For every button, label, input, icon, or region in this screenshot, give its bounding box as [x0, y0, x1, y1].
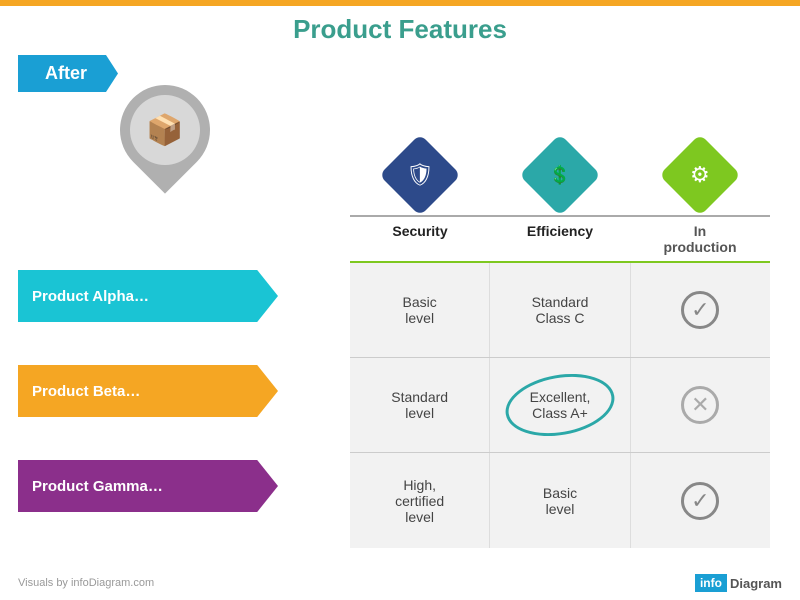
- footer: Visuals by infoDiagram.com info Diagram: [0, 574, 800, 592]
- gamma-production-cell: ✓: [631, 453, 770, 548]
- top-bar: [0, 0, 800, 6]
- security-diamond: 🛡: [379, 134, 461, 216]
- efficiency-icon-cell: 💲: [490, 135, 630, 215]
- production-diamond: ⚙: [659, 134, 741, 216]
- footer-visuals: Visuals by infoDiagram.com: [18, 577, 154, 589]
- data-row-alpha: Basiclevel StandardClass C ✓: [350, 263, 770, 358]
- product-gamma-label: Product Gamma…: [32, 478, 163, 495]
- gamma-efficiency-cell: Basiclevel: [490, 453, 630, 548]
- header-production: Inproduction: [630, 217, 770, 261]
- production-icon: ⚙: [690, 162, 710, 188]
- security-icon-cell: 🛡: [350, 135, 490, 215]
- header-security: Security: [350, 217, 490, 261]
- product-beta-label: Product Beta…: [32, 383, 140, 400]
- alpha-security-cell: Basiclevel: [350, 263, 490, 357]
- pin-circle: 📦: [101, 66, 228, 193]
- product-row-beta: Product Beta…: [18, 365, 278, 417]
- beta-production-cell: ✕: [631, 358, 770, 452]
- production-icon-cell: ⚙: [630, 135, 770, 215]
- pin-inner: 📦: [130, 95, 200, 165]
- efficiency-diamond: 💲: [519, 134, 601, 216]
- box-icon-area: 📦: [100, 80, 230, 210]
- beta-x: ✕: [681, 386, 719, 424]
- header-row: Security Efficiency Inproduction: [350, 215, 770, 263]
- page-title: Product Features: [0, 14, 800, 45]
- info-box: info: [695, 574, 727, 592]
- icons-row: 🛡 💲 ⚙: [350, 135, 770, 215]
- data-row-gamma: High,certifiedlevel Basiclevel ✓: [350, 453, 770, 548]
- header-efficiency: Efficiency: [490, 217, 630, 261]
- alpha-production-cell: ✓: [631, 263, 770, 357]
- efficiency-icon: 💲: [549, 164, 571, 185]
- diagram-text: Diagram: [730, 576, 782, 591]
- product-alpha-label: Product Alpha…: [32, 288, 149, 305]
- pin-shape: 📦: [115, 85, 215, 205]
- data-row-beta: Standardlevel Excellent,Class A+ ✕: [350, 358, 770, 453]
- product-row-alpha: Product Alpha…: [18, 270, 278, 322]
- gamma-security-cell: High,certifiedlevel: [350, 453, 490, 548]
- table-area: 🛡 💲 ⚙ Security Efficiency Inproduction B…: [350, 135, 770, 548]
- alpha-efficiency-cell: StandardClass C: [490, 263, 630, 357]
- beta-efficiency-text: Excellent,Class A+: [530, 389, 591, 421]
- product-row-gamma: Product Gamma…: [18, 460, 278, 512]
- info-diagram-logo: info Diagram: [695, 574, 782, 592]
- beta-efficiency-cell: Excellent,Class A+: [490, 358, 630, 452]
- beta-security-cell: Standardlevel: [350, 358, 490, 452]
- security-icon: 🛡: [406, 162, 434, 188]
- gamma-check: ✓: [681, 482, 719, 520]
- alpha-check: ✓: [681, 291, 719, 329]
